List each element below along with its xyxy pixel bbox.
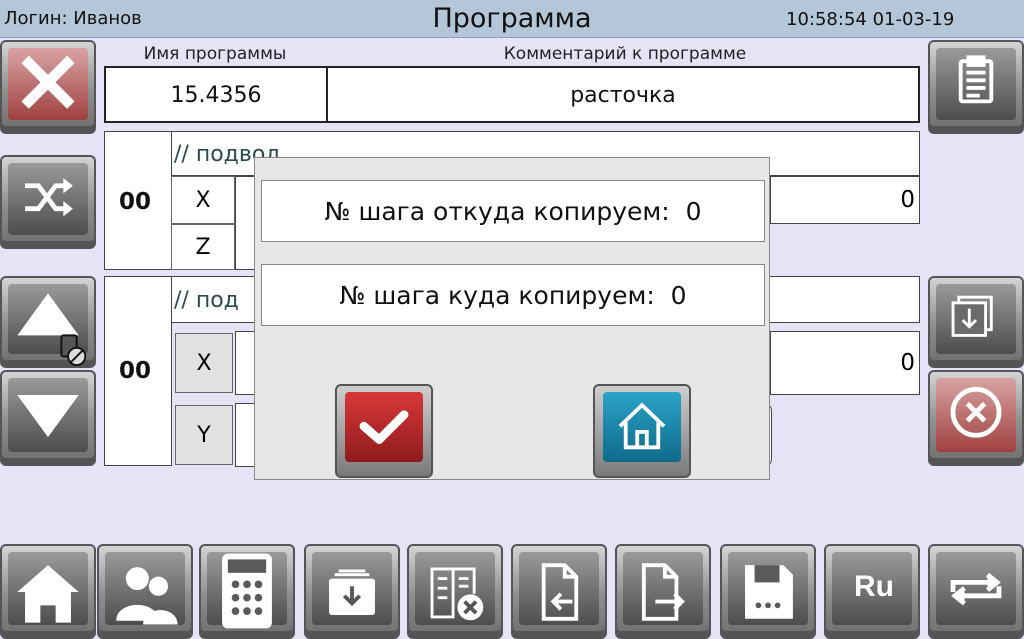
home-button[interactable]: [593, 384, 691, 478]
axis-button-x[interactable]: X: [175, 333, 233, 393]
program-comment-field[interactable]: расточка: [326, 66, 920, 123]
toolbar-users-button[interactable]: [97, 544, 193, 639]
step-number: 00: [119, 189, 152, 215]
step-number: 00: [119, 358, 152, 384]
floppy-disk-icon: [745, 565, 793, 619]
axis-value-field[interactable]: 0: [770, 176, 920, 224]
file-import-icon: [541, 563, 579, 621]
inbox-download-icon: [329, 569, 375, 615]
copy-from-value: 0: [685, 197, 702, 226]
axis-label-x: X: [171, 176, 235, 224]
program-name-field[interactable]: 15.4356: [104, 66, 328, 123]
copy-step-dialog: № шага откуда копируем: 0 № шага куда ко…: [254, 157, 770, 480]
cancel-button[interactable]: [928, 370, 1024, 466]
move-up-button[interactable]: [0, 276, 96, 368]
language-label: Ru: [854, 570, 894, 603]
program-comment-value: расточка: [570, 83, 676, 108]
toolbar-archive-button[interactable]: [304, 544, 400, 639]
copy-to-value: 0: [670, 281, 687, 310]
clipboard-button[interactable]: [928, 40, 1024, 134]
calculator-icon: [222, 553, 272, 629]
toolbar-calculator-button[interactable]: [199, 544, 295, 639]
home-icon: [17, 565, 79, 623]
clipboard-icon: [958, 55, 994, 104]
program-comment-label: Комментарий к программе: [503, 44, 747, 64]
copy-down-icon: [951, 295, 993, 337]
shuffle-button[interactable]: [0, 155, 96, 249]
toolbar-repeat-button[interactable]: [928, 544, 1024, 639]
toolbar-save-button[interactable]: [720, 544, 816, 639]
copy-down-button[interactable]: [928, 276, 1024, 368]
program-name-label: Имя программы: [143, 44, 287, 64]
axis-value: 0: [900, 187, 915, 213]
checkmark-icon: [359, 410, 409, 444]
arrow-down-icon: [17, 395, 79, 438]
confirm-button[interactable]: [335, 384, 433, 478]
repeat-icon: [950, 572, 1002, 606]
axis-value: 0: [900, 350, 915, 376]
move-down-button[interactable]: [0, 370, 96, 466]
cancel-circle-icon: [950, 386, 1002, 438]
datetime-label: 10:58:54 01-03-19: [786, 9, 955, 30]
axis-value-field[interactable]: 0: [770, 331, 920, 395]
toolbar-export-button[interactable]: [615, 544, 711, 639]
book-delete-icon: [430, 567, 484, 621]
copy-from-field[interactable]: № шага откуда копируем: 0: [261, 180, 765, 242]
step-number-cell[interactable]: 00: [104, 131, 172, 270]
close-icon: [21, 55, 75, 109]
copy-to-field[interactable]: № шага куда копируем: 0: [261, 264, 765, 326]
shuffle-icon: [25, 178, 73, 217]
axis-button-y[interactable]: Y: [175, 405, 233, 465]
copy-from-label: № шага откуда копируем:: [324, 197, 670, 226]
home-icon: [618, 402, 666, 450]
axis-label-z: Z: [171, 224, 235, 270]
program-name-value: 15.4356: [170, 83, 262, 108]
toolbar-delete-program-button[interactable]: [407, 544, 503, 639]
users-icon: [116, 567, 178, 625]
toolbar-home-button[interactable]: [0, 544, 96, 639]
toolbar-language-button[interactable]: Ru: [824, 544, 920, 639]
close-button[interactable]: [0, 40, 96, 134]
copy-to-label: № шага куда копируем:: [339, 281, 655, 310]
arrow-up-icon: [17, 293, 87, 366]
step-number-cell[interactable]: 00: [104, 276, 172, 466]
file-export-icon: [641, 563, 685, 621]
step-comment: // под: [174, 288, 239, 313]
toolbar-import-button[interactable]: [511, 544, 607, 639]
